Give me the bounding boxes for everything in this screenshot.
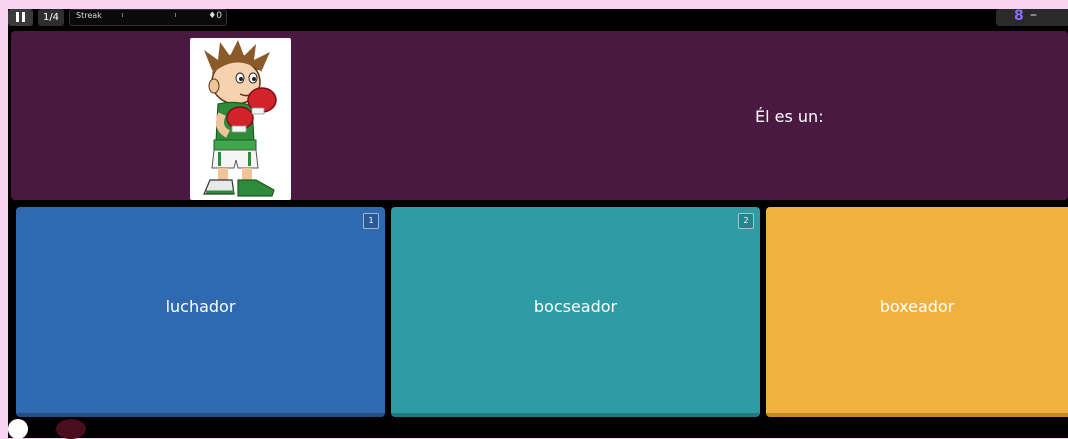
- pause-icon-bar: [22, 12, 25, 22]
- score-value: 8: [1014, 9, 1024, 24]
- pause-icon: [16, 12, 19, 22]
- score-display: 8 –: [996, 9, 1068, 26]
- answer-label: luchador: [165, 297, 236, 316]
- streak-count: 0: [216, 11, 222, 21]
- power-up-icon[interactable]: [8, 419, 28, 439]
- streak-tick: [122, 13, 123, 17]
- streak-value: ♦0: [208, 11, 222, 21]
- streak-bar: Streak ♦0: [69, 9, 227, 26]
- question-image: [190, 38, 291, 200]
- answer-number-badge: 1: [363, 213, 379, 229]
- pause-button[interactable]: [8, 9, 33, 26]
- power-up-icon[interactable]: [56, 419, 86, 439]
- answer-label: bocseador: [533, 297, 618, 316]
- streak-tick: [175, 13, 176, 17]
- score-suffix: –: [1030, 9, 1037, 23]
- boxer-cartoon-icon: [203, 40, 277, 197]
- question-text: Él es un:: [755, 107, 824, 126]
- quiz-app: 1/4 Streak ♦0 8 – Él es un: 1 luchador 2…: [8, 9, 1068, 438]
- answer-option-3[interactable]: boxeador: [766, 207, 1068, 417]
- question-panel: Él es un:: [11, 31, 1068, 200]
- answer-number-badge: 2: [738, 213, 754, 229]
- answer-option-1[interactable]: 1 luchador: [16, 207, 385, 417]
- streak-label: Streak: [76, 11, 102, 20]
- answer-label: boxeador: [879, 297, 955, 316]
- question-counter: 1/4: [38, 9, 64, 26]
- answer-option-2[interactable]: 2 bocseador: [391, 207, 760, 417]
